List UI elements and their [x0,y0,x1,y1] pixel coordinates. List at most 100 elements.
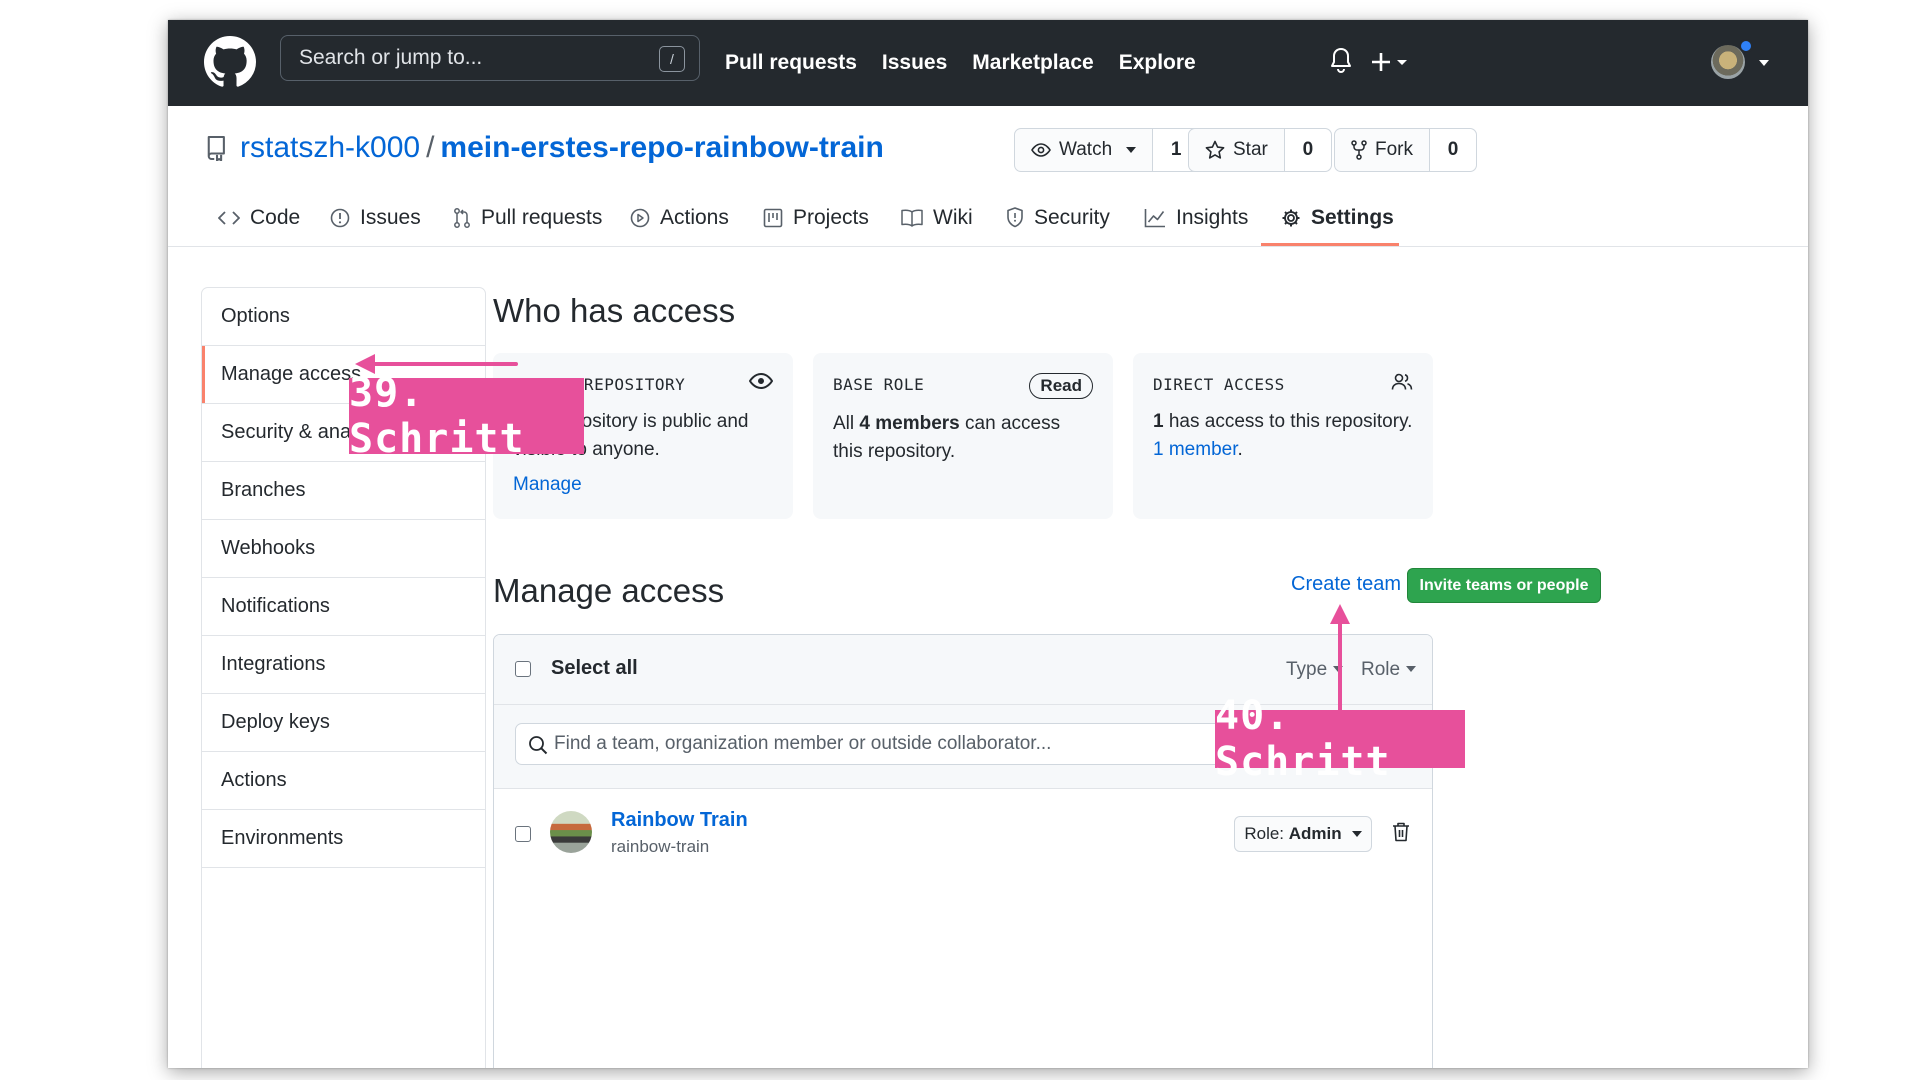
search-icon [529,736,548,755]
github-logo-icon[interactable] [204,36,256,88]
role-filter-dropdown[interactable]: Role [1361,659,1417,681]
project-icon [763,208,783,227]
global-header: / Pull requests Issues Marketplace Explo… [168,20,1808,106]
member-checkbox[interactable] [515,826,531,842]
sidebar-item-actions[interactable]: Actions [202,752,485,810]
tab-settings[interactable]: Settings [1281,188,1394,247]
search-shortcut-key: / [659,46,685,72]
member-role-dropdown[interactable]: Role: Admin [1234,816,1372,852]
role-prefix: Role: [1244,824,1285,843]
tab-insights[interactable]: Insights [1144,188,1248,247]
tab-pull-requests-label: Pull requests [481,205,603,229]
tab-actions[interactable]: Actions [630,188,729,247]
invite-teams-or-people-button[interactable]: Invite teams or people [1407,568,1601,603]
tab-security[interactable]: Security [1006,188,1110,247]
gear-icon [1282,209,1300,226]
graph-icon [1144,208,1165,227]
sidebar-item-label: Manage access [221,363,362,385]
star-count[interactable]: 0 [1284,129,1331,171]
tab-pull-requests[interactable]: Pull requests [453,188,602,247]
tab-projects-label: Projects [793,205,869,229]
star-button[interactable]: Star [1189,129,1285,171]
sidebar-item-label: Environments [221,827,344,849]
watch-dropdown-caret-icon [1126,147,1137,153]
code-icon [218,210,240,225]
create-team-link[interactable]: Create team [1291,573,1401,596]
tab-code[interactable]: Code [218,188,300,247]
star-button-group: Star 0 [1188,128,1332,172]
sidebar-item-label: Notifications [221,595,330,617]
play-icon [630,208,650,227]
direct-access-count: 1 [1153,411,1164,432]
base-role-card: BASE ROLE Read All 4 members can access … [813,353,1113,519]
repo-title: rstatszh-k000 / mein-erstes-repo-rainbow… [206,131,884,165]
chevron-down-icon[interactable] [1758,58,1770,68]
watch-label: Watch [1059,139,1113,160]
direct-access-period: . [1237,439,1243,460]
tab-wiki[interactable]: Wiki [901,188,973,247]
people-icon [1391,373,1413,390]
nav-issues[interactable]: Issues [882,51,947,75]
fork-label: Fork [1375,139,1413,160]
nav-explore[interactable]: Explore [1119,51,1196,75]
base-role-members-count: 4 members [859,413,960,434]
star-icon [1205,140,1225,159]
tab-projects[interactable]: Projects [763,188,869,247]
annotation-step-39: 39. Schritt [349,370,584,462]
role-filter-label: Role [1361,659,1401,680]
sidebar-item-options[interactable]: Options [202,288,485,346]
select-all-label: Select all [551,657,638,679]
member-avatar[interactable] [550,811,592,853]
tab-wiki-label: Wiki [933,205,973,229]
direct-access-members-link[interactable]: 1 member [1153,439,1237,460]
type-filter-label: Type [1286,659,1328,680]
tab-security-label: Security [1034,205,1110,229]
eye-icon [749,373,773,389]
nav-marketplace[interactable]: Marketplace [972,51,1093,75]
fork-button[interactable]: Fork [1335,129,1430,171]
sidebar-item-label: Deploy keys [221,711,330,733]
sidebar-item-environments[interactable]: Environments [202,810,485,868]
nav-pull-requests[interactable]: Pull requests [725,51,857,75]
fork-count[interactable]: 0 [1430,129,1476,171]
sidebar-item-webhooks[interactable]: Webhooks [202,520,485,578]
repo-owner-link[interactable]: rstatszh-k000 [240,131,420,165]
tab-issues-label: Issues [360,205,421,229]
sidebar-item-notifications[interactable]: Notifications [202,578,485,636]
global-search[interactable]: / [280,35,700,81]
pull-request-icon [454,207,470,228]
manage-access-title: Manage access [493,572,725,609]
sidebar-item-label: Integrations [221,653,326,675]
tab-issues[interactable]: Issues [330,188,421,247]
repo-icon [207,135,225,161]
book-icon [901,209,923,227]
sidebar-item-label: Webhooks [221,537,316,559]
star-label: Star [1233,139,1268,160]
select-all-checkbox[interactable] [515,661,531,677]
issue-icon [330,208,350,227]
active-tab-indicator [1261,243,1399,246]
manage-visibility-link[interactable]: Manage [513,474,773,496]
member-name-link[interactable]: Rainbow Train [611,809,748,832]
fork-button-group: Fork 0 [1334,128,1477,172]
tab-code-label: Code [250,205,301,229]
fork-icon [1351,140,1367,160]
bell-icon[interactable] [1330,47,1352,73]
sidebar-item-branches[interactable]: Branches [202,462,485,520]
base-role-badge: Read [1029,373,1093,399]
sidebar-item-deploy-keys[interactable]: Deploy keys [202,694,485,752]
global-search-input[interactable] [281,36,699,80]
sidebar-item-label: Options [221,305,290,327]
sidebar-item-integrations[interactable]: Integrations [202,636,485,694]
direct-access-caption: DIRECT ACCESS [1153,375,1285,394]
repo-name-link[interactable]: mein-erstes-repo-rainbow-train [440,131,883,165]
repo-tabs: Code Issues Pull requests Actions Projec… [168,188,1808,247]
direct-access-desc: has access to this repository. [1163,411,1413,432]
repo-path-separator: / [426,131,435,164]
who-has-access-title: Who has access [493,292,736,329]
watch-button[interactable]: Watch [1015,129,1154,171]
browser-window: / Pull requests Issues Marketplace Explo… [168,20,1808,1068]
trash-icon[interactable] [1392,822,1410,842]
create-new-plus-icon[interactable] [1371,51,1409,73]
tab-settings-label: Settings [1311,205,1394,229]
